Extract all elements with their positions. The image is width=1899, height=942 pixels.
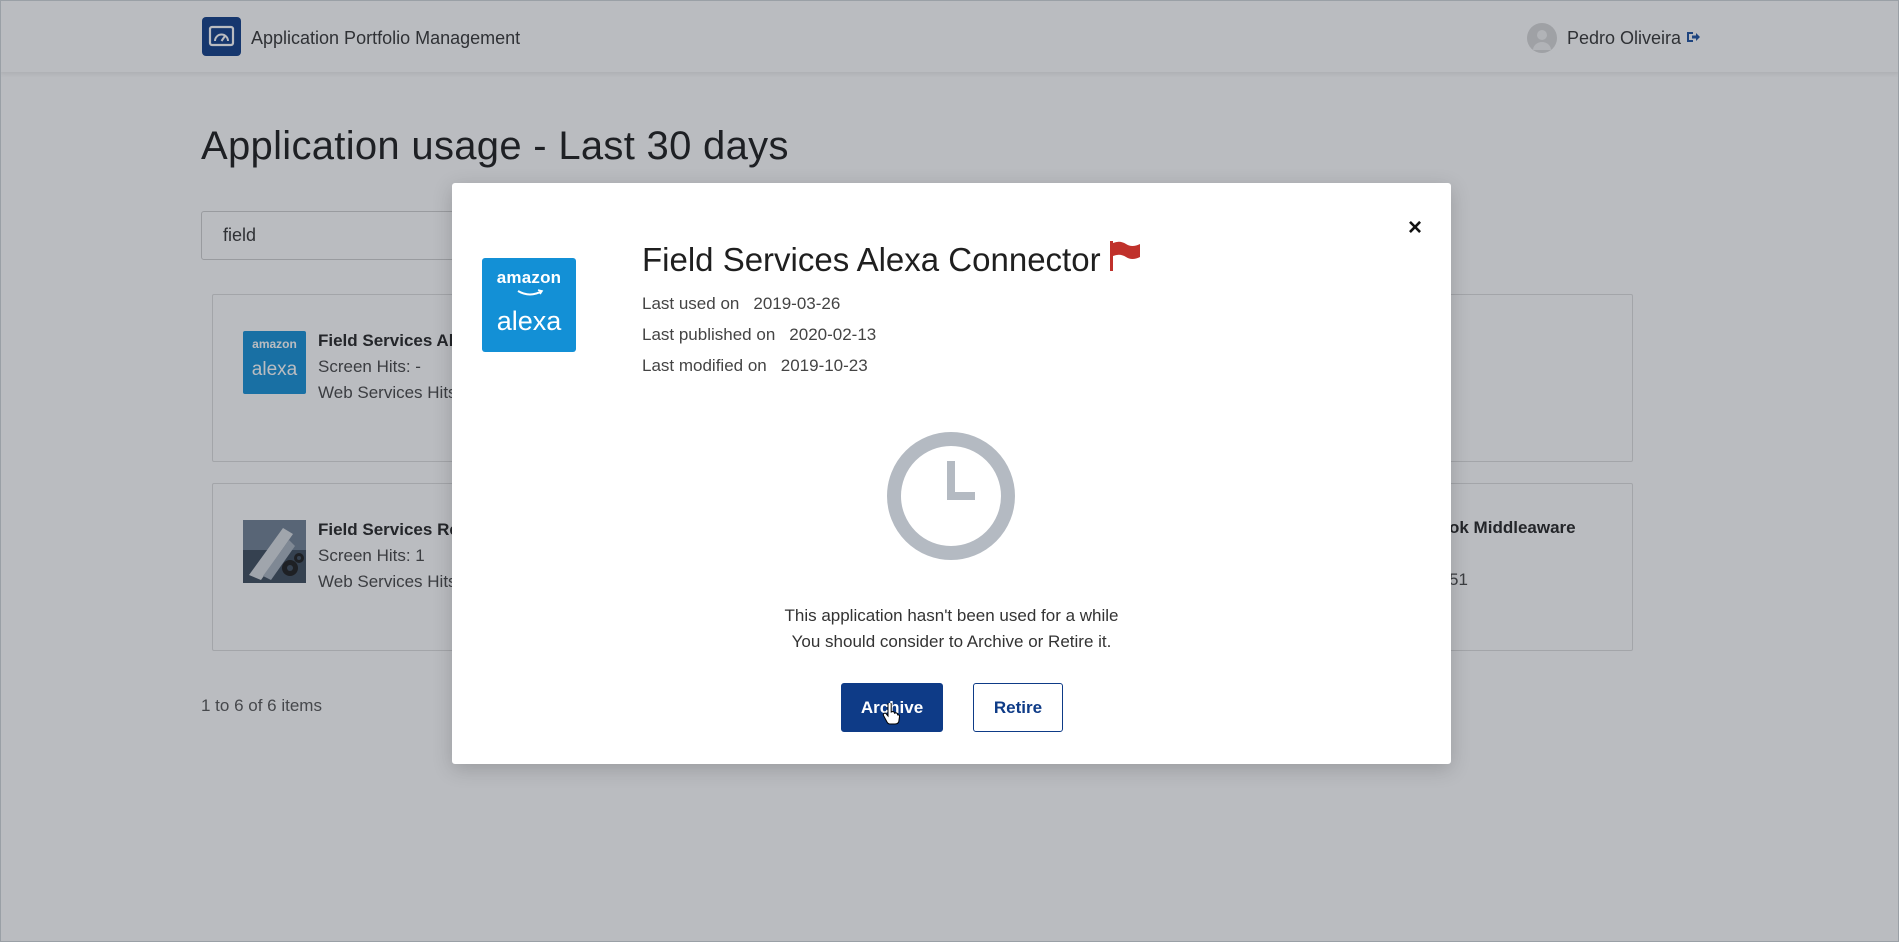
last-published-value: 2020-02-13 <box>789 325 877 344</box>
alexa-logo-bottom: alexa <box>496 306 562 336</box>
flag-icon <box>1108 241 1142 276</box>
last-modified-label: Last modified on <box>642 356 767 375</box>
amazon-smile-icon <box>517 289 544 296</box>
last-used-row: Last used on 2019-03-26 <box>642 294 840 314</box>
inactivity-suggestion: You should consider to Archive or Retire… <box>791 632 1112 651</box>
last-modified-value: 2019-10-23 <box>780 356 868 375</box>
close-icon[interactable]: × <box>1403 216 1427 240</box>
modal-title: Field Services Alexa Connector <box>642 241 1101 278</box>
last-published-label: Last published on <box>642 325 776 344</box>
alexa-logo-icon: amazon alexa <box>482 258 576 352</box>
alexa-logo-top: amazon <box>496 268 562 287</box>
clock-icon <box>886 431 1016 566</box>
last-modified-row: Last modified on 2019-10-23 <box>642 356 868 376</box>
pointer-cursor-icon <box>882 701 901 730</box>
retire-button[interactable]: Retire <box>973 683 1063 732</box>
app-usage-modal: × amazon alexa Field Services Alexa Conn… <box>452 183 1451 764</box>
last-published-row: Last published on 2020-02-13 <box>642 325 876 345</box>
inactivity-message: This application hasn't been used for a … <box>784 606 1119 625</box>
last-used-label: Last used on <box>642 294 740 313</box>
last-used-value: 2019-03-26 <box>753 294 841 313</box>
